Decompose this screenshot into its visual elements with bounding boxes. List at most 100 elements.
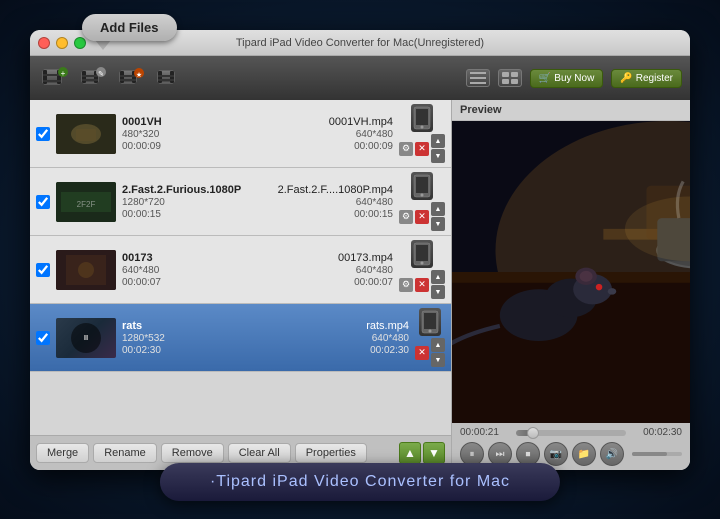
file-action-icons-2: ⚙ ✕ ▲ ▼	[399, 270, 445, 299]
move-down-button[interactable]: ▼	[423, 442, 445, 464]
list-view-btn[interactable]	[466, 69, 490, 87]
file-remove-3[interactable]: ✕	[415, 346, 429, 360]
file-item-1[interactable]: 2F2F 2.Fast.2.Furious.1080P 2.Fast.2.F..…	[30, 168, 451, 236]
file-output-dur-2: 00:00:07	[354, 277, 393, 288]
preview-panel: Preview	[452, 100, 690, 470]
ipad-icon-2	[411, 240, 433, 268]
thumbnail-view-btn[interactable]	[498, 69, 522, 87]
file-dur-3: 00:02:30	[122, 345, 161, 356]
file-up-1[interactable]: ▲	[431, 202, 445, 216]
folder-button[interactable]: 📁	[572, 442, 596, 466]
file-thumbnail-1: 2F2F	[56, 182, 116, 222]
file-name-3: rats	[122, 320, 142, 332]
ipad-icon-1	[411, 172, 433, 200]
svg-text:+: +	[61, 69, 66, 78]
file-checkbox-0[interactable]	[36, 127, 50, 141]
pause-overlay: ⏸	[71, 323, 101, 353]
file-item-0[interactable]: 0001VH 0001VH.mp4 480*320 640*480 00:00:…	[30, 100, 451, 168]
file-settings-1[interactable]: ⚙	[399, 210, 413, 224]
file-settings-0[interactable]: ⚙	[399, 142, 413, 156]
file-thumbnail-2	[56, 250, 116, 290]
file-checkbox-1[interactable]	[36, 195, 50, 209]
brand-bar: ·Tipard iPad Video Converter for Mac	[160, 463, 560, 501]
volume-slider[interactable]	[632, 452, 682, 456]
edit-icon[interactable]: ✎	[76, 61, 110, 95]
progress-thumb[interactable]	[527, 427, 539, 439]
preview-video	[452, 121, 690, 423]
video-scene	[452, 121, 690, 423]
add-files-arrow	[95, 40, 111, 50]
file-item-2[interactable]: 00173 00173.mp4 640*480 640*480 00:00:07…	[30, 236, 451, 304]
preview-label: Preview	[452, 100, 690, 121]
ipad-icon-3	[419, 308, 441, 336]
progress-bar[interactable]	[516, 430, 626, 436]
file-down-3[interactable]: ▼	[431, 353, 445, 367]
window-title: Tipard iPad Video Converter for Mac(Unre…	[236, 37, 484, 49]
remove-button[interactable]: Remove	[161, 443, 224, 463]
file-list-panel: 0001VH 0001VH.mp4 480*320 640*480 00:00:…	[30, 100, 452, 470]
total-time: 00:02:30	[632, 427, 682, 438]
file-dur-1: 00:00:15	[122, 209, 161, 220]
file-action-icons-1: ⚙ ✕ ▲ ▼	[399, 202, 445, 231]
add-video-icon[interactable]: +	[38, 61, 72, 95]
file-name-0: 0001VH	[122, 116, 162, 128]
file-name-1: 2.Fast.2.Furious.1080P	[122, 184, 241, 196]
svg-text:✎: ✎	[98, 71, 104, 78]
file-thumbnail-3: ⏸	[56, 318, 116, 358]
file-name-2: 00173	[122, 252, 153, 264]
register-button[interactable]: 🔑 Register	[611, 69, 682, 88]
screenshot-button[interactable]: 📷	[544, 442, 568, 466]
file-output-res-0: 640*480	[356, 129, 393, 140]
file-output-res-2: 640*480	[356, 265, 393, 276]
minimize-button[interactable]	[56, 37, 68, 49]
volume-button[interactable]: 🔊	[600, 442, 624, 466]
file-action-icons-0: ⚙ ✕ ▲ ▼	[399, 134, 445, 163]
rename-button[interactable]: Rename	[93, 443, 157, 463]
file-down-0[interactable]: ▼	[431, 149, 445, 163]
current-time: 00:00:21	[460, 427, 510, 438]
file-res-1: 1280*720	[122, 197, 165, 208]
file-actions-2: ⚙ ✕ ▲ ▼	[399, 240, 445, 299]
svg-text:★: ★	[136, 71, 142, 79]
title-bar-buttons	[38, 37, 86, 49]
merge-button[interactable]: Merge	[36, 443, 89, 463]
file-output-3: rats.mp4	[366, 320, 409, 332]
file-up-3[interactable]: ▲	[431, 338, 445, 352]
file-details-0: 0001VH 0001VH.mp4 480*320 640*480 00:00:…	[122, 116, 393, 152]
file-output-2: 00173.mp4	[338, 252, 393, 264]
move-up-button[interactable]: ▲	[399, 442, 421, 464]
file-res-3: 1280*532	[122, 333, 165, 344]
file-details-1: 2.Fast.2.Furious.1080P 2.Fast.2.F....108…	[122, 184, 393, 220]
file-checkbox-3[interactable]	[36, 331, 50, 345]
buy-now-button[interactable]: 🛒 Buy Now	[530, 69, 603, 88]
file-output-dur-0: 00:00:09	[354, 141, 393, 152]
main-window: Tipard iPad Video Converter for Mac(Unre…	[30, 30, 690, 470]
file-remove-1[interactable]: ✕	[415, 210, 429, 224]
file-up-0[interactable]: ▲	[431, 134, 445, 148]
clear-all-button[interactable]: Clear All	[228, 443, 291, 463]
file-down-2[interactable]: ▼	[431, 285, 445, 299]
snapshot-icon[interactable]	[152, 61, 186, 95]
file-remove-2[interactable]: ✕	[415, 278, 429, 292]
maximize-button[interactable]	[74, 37, 86, 49]
svg-text:2F2F: 2F2F	[77, 200, 96, 209]
file-actions-3: ✕ ▲ ▼	[415, 308, 445, 367]
file-actions-0: ⚙ ✕ ▲ ▼	[399, 104, 445, 163]
file-output-0: 0001VH.mp4	[329, 116, 393, 128]
file-checkbox-2[interactable]	[36, 263, 50, 277]
file-output-1: 2.Fast.2.F....1080P.mp4	[278, 184, 393, 196]
file-details-3: rats rats.mp4 1280*532 640*480 00:02:30 …	[122, 320, 409, 356]
close-button[interactable]	[38, 37, 50, 49]
video-effect-icon[interactable]: ★	[114, 61, 148, 95]
move-buttons: ▲ ▼	[399, 442, 445, 464]
file-dur-0: 00:00:09	[122, 141, 161, 152]
properties-button[interactable]: Properties	[295, 443, 367, 463]
file-list: 0001VH 0001VH.mp4 480*320 640*480 00:00:…	[30, 100, 451, 435]
file-remove-0[interactable]: ✕	[415, 142, 429, 156]
file-down-1[interactable]: ▼	[431, 217, 445, 231]
file-up-2[interactable]: ▲	[431, 270, 445, 284]
file-settings-2[interactable]: ⚙	[399, 278, 413, 292]
file-item-3[interactable]: ⏸ rats rats.mp4 1280*532 640*480	[30, 304, 451, 372]
file-action-icons-3: ✕ ▲ ▼	[415, 338, 445, 367]
add-files-button[interactable]: Add Files	[82, 14, 177, 41]
